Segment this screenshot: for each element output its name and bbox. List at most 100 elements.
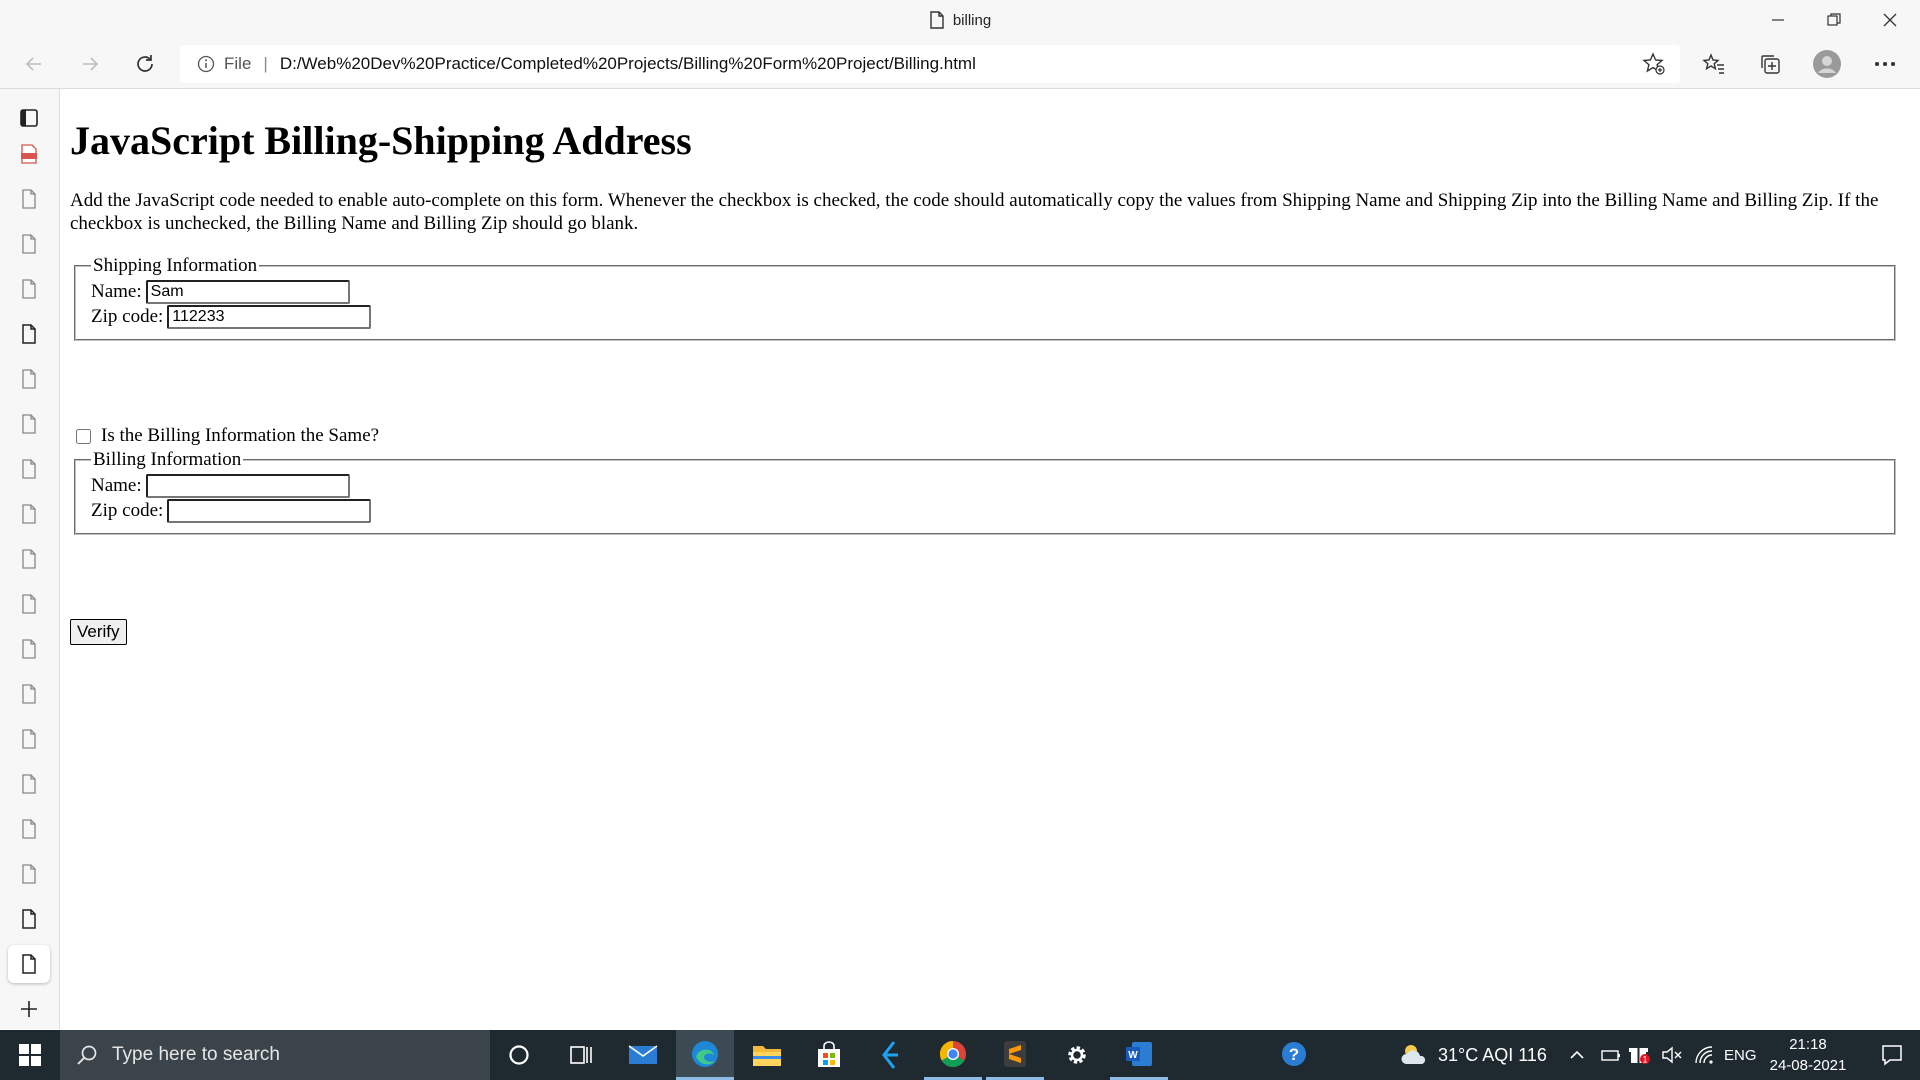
page-icon <box>22 954 36 974</box>
shipping-zip-row: Zip code: <box>91 304 1880 329</box>
vertical-tab[interactable] <box>8 855 50 893</box>
taskbar-clock[interactable]: 21:18 24-08-2021 <box>1764 1033 1852 1077</box>
minimize-button[interactable] <box>1750 0 1806 40</box>
svg-text:W: W <box>1128 1050 1138 1061</box>
collections-icon <box>1761 55 1780 74</box>
close-window-button[interactable] <box>1862 0 1918 40</box>
page-icon <box>22 279 36 299</box>
verify-button[interactable]: Verify <box>70 619 127 645</box>
input-language[interactable]: ENG <box>1724 1043 1757 1067</box>
volume-tray[interactable] <box>1660 1043 1684 1072</box>
tab-title-text: billing <box>952 11 992 29</box>
same-billing-label[interactable]: Is the Billing Information the Same? <box>101 425 379 447</box>
page-icon <box>22 864 36 884</box>
address-scheme: File <box>224 54 252 73</box>
back-button[interactable] <box>16 46 52 82</box>
page-icon <box>22 324 36 344</box>
vertical-tab-active[interactable] <box>8 945 50 983</box>
taskbar-mail[interactable] <box>614 1030 672 1080</box>
wifi-tray[interactable] <box>1692 1043 1716 1072</box>
taskbar-help[interactable]: ? <box>1266 1030 1324 1080</box>
vertical-tab[interactable] <box>8 360 50 398</box>
same-billing-checkbox[interactable] <box>76 428 91 444</box>
chevron-up-icon <box>1570 1050 1584 1059</box>
vertical-tab[interactable] <box>8 675 50 713</box>
profile-button[interactable] <box>1807 46 1847 82</box>
show-hidden-icons-button[interactable] <box>1568 1043 1586 1072</box>
add-favorite-button[interactable] <box>1634 46 1674 82</box>
billing-fieldset: Billing Information Name: Zip code: <box>74 449 1896 535</box>
tab-actions-button[interactable] <box>8 99 50 137</box>
taskbar-vscode[interactable] <box>862 1030 920 1080</box>
search-placeholder: Type here to search <box>112 1044 280 1065</box>
settings-more-button[interactable] <box>1865 46 1905 82</box>
vertical-tab[interactable] <box>8 270 50 308</box>
clock-date: 24-08-2021 <box>1769 1057 1847 1074</box>
vertical-tab[interactable] <box>8 585 50 623</box>
taskbar-settings[interactable] <box>1048 1030 1106 1080</box>
address-bar[interactable]: File | D:/Web%20Dev%20Practice/Completed… <box>180 45 1680 83</box>
shipping-legend: Shipping Information <box>93 255 258 276</box>
notification-center-button[interactable] <box>1864 1030 1920 1080</box>
taskbar-search[interactable]: Type here to search <box>60 1030 490 1080</box>
page-icon <box>22 414 36 434</box>
vertical-tab[interactable] <box>8 405 50 443</box>
collections-button[interactable] <box>1750 46 1790 82</box>
vertical-tab-pdf[interactable] <box>8 135 50 173</box>
refresh-button[interactable] <box>127 46 163 82</box>
vertical-tab[interactable] <box>8 720 50 758</box>
arrow-right-icon <box>83 57 99 71</box>
taskbar-file-explorer[interactable] <box>738 1030 796 1080</box>
weather-widget[interactable]: 31°C AQI 116 <box>1400 1043 1547 1067</box>
refresh-icon <box>137 55 153 72</box>
arrow-left-icon <box>25 57 41 71</box>
page-icon <box>22 684 36 704</box>
battery-tray[interactable] <box>1600 1043 1622 1072</box>
notification-icon <box>1882 1045 1902 1066</box>
vertical-tab[interactable] <box>8 765 50 803</box>
taskbar-store[interactable] <box>800 1030 858 1080</box>
network-alert-tray[interactable]: 1 <box>1628 1043 1652 1072</box>
weather-text: 31°C AQI 116 <box>1438 1044 1547 1065</box>
taskbar-sublime[interactable] <box>986 1030 1044 1080</box>
vertical-tab[interactable] <box>8 900 50 938</box>
sublime-text-icon <box>1004 1040 1026 1067</box>
vertical-tab[interactable] <box>8 540 50 578</box>
vertical-tab[interactable] <box>8 180 50 218</box>
info-icon[interactable] <box>196 54 216 74</box>
address-url[interactable]: D:/Web%20Dev%20Practice/Completed%20Proj… <box>280 54 976 74</box>
taskbar-chrome[interactable] <box>924 1030 982 1080</box>
restore-button[interactable] <box>1806 0 1862 40</box>
word-icon: W <box>1126 1041 1152 1066</box>
taskbar-edge[interactable] <box>676 1030 734 1080</box>
shipping-name-input[interactable] <box>145 279 350 304</box>
favorites-button[interactable] <box>1694 46 1734 82</box>
minimize-icon <box>1772 19 1784 21</box>
gear-icon <box>1068 1046 1086 1064</box>
billing-zip-input[interactable] <box>167 498 372 523</box>
cortana-button[interactable] <box>490 1030 548 1080</box>
forward-button[interactable] <box>72 46 108 82</box>
new-tab-button[interactable] <box>8 990 50 1028</box>
vertical-tab[interactable] <box>8 450 50 488</box>
task-view-icon <box>570 1046 592 1064</box>
shipping-zip-input[interactable] <box>167 304 372 329</box>
billing-zip-row: Zip code: <box>91 498 1880 523</box>
favorites-icon <box>1702 53 1724 74</box>
start-button[interactable] <box>0 1030 60 1080</box>
task-view-button[interactable] <box>552 1030 610 1080</box>
vertical-tab[interactable] <box>8 630 50 668</box>
vertical-tab[interactable] <box>8 225 50 263</box>
page-icon <box>22 639 36 659</box>
taskbar-word[interactable]: W <box>1110 1030 1168 1080</box>
vertical-tab[interactable] <box>8 315 50 353</box>
vertical-tab[interactable] <box>8 495 50 533</box>
billing-name-input[interactable] <box>145 473 350 498</box>
page-icon <box>22 234 36 254</box>
vertical-tab[interactable] <box>8 810 50 848</box>
folder-icon <box>753 1046 781 1066</box>
page-icon <box>930 11 944 29</box>
billing-zip-label: Zip code: <box>91 499 164 521</box>
page-title: JavaScript Billing-Shipping Address <box>70 118 692 163</box>
code-editor-icon <box>882 1041 898 1069</box>
